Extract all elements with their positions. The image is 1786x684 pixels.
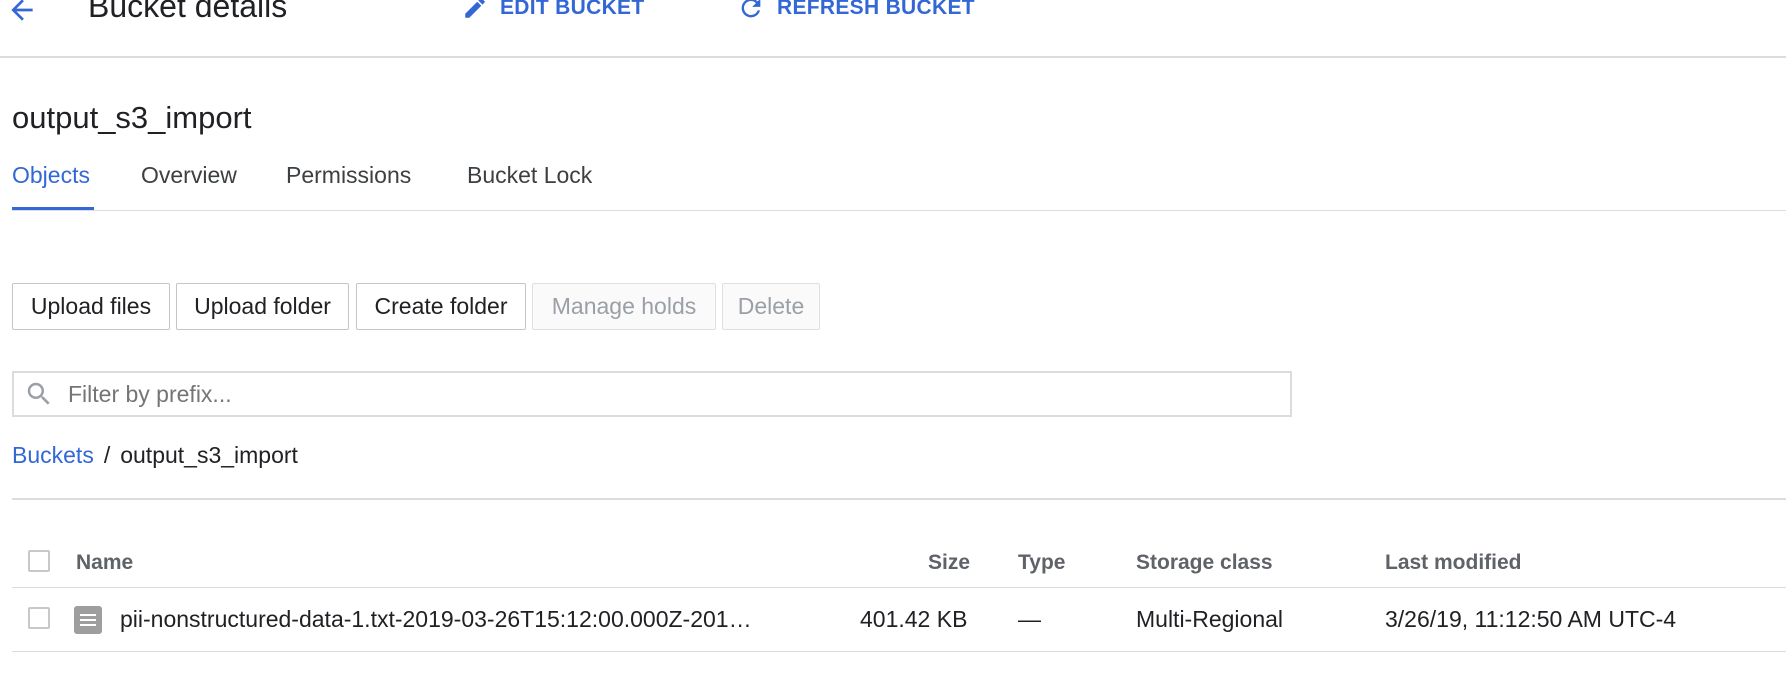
manage-holds-button[interactable]: Manage holds (532, 283, 716, 330)
tab-bar: Objects Overview Permissions Bucket Lock (12, 150, 1786, 211)
upload-folder-button[interactable]: Upload folder (176, 283, 349, 330)
object-name-link[interactable]: pii-nonstructured-data-1.txt-2019-03-26T… (120, 606, 780, 633)
tab-bucket-lock[interactable]: Bucket Lock (467, 162, 592, 210)
column-type-header[interactable]: Type (1018, 551, 1065, 575)
filter-box (12, 371, 1292, 417)
filter-by-prefix-input[interactable] (56, 373, 1290, 415)
select-all-checkbox[interactable] (28, 550, 50, 572)
delete-button[interactable]: Delete (722, 283, 820, 330)
bucket-name-heading: output_s3_import (12, 100, 252, 135)
create-folder-button[interactable]: Create folder (356, 283, 526, 330)
search-icon (22, 377, 56, 411)
object-type: — (1018, 606, 1041, 632)
edit-bucket-button[interactable]: EDIT BUCKET (462, 0, 644, 22)
refresh-icon (741, 0, 761, 18)
refresh-bucket-button[interactable]: REFRESH BUCKET (737, 0, 975, 22)
breadcrumb: Buckets / output_s3_import (12, 442, 1786, 500)
tab-objects[interactable]: Objects (12, 162, 94, 210)
object-last-modified: 3/26/19, 11:12:50 AM UTC-4 (1385, 606, 1677, 632)
table-header: Name Size Type Storage class Last modifi… (12, 540, 1786, 588)
bucket-details-page: Bucket details EDIT BUCKET REFRESH BUCKE… (0, 0, 1786, 684)
breadcrumb-buckets-link[interactable]: Buckets (12, 442, 94, 468)
row-checkbox[interactable] (28, 607, 50, 629)
object-storage-class: Multi-Regional (1136, 606, 1284, 632)
top-header: Bucket details EDIT BUCKET REFRESH BUCKE… (0, 0, 1786, 58)
column-name-header[interactable]: Name (76, 551, 133, 575)
page-title: Bucket details (88, 0, 288, 24)
column-last-modified-header[interactable]: Last modified (1385, 551, 1522, 575)
upload-files-button[interactable]: Upload files (12, 283, 170, 330)
file-icon (74, 606, 102, 634)
back-button[interactable] (0, 0, 44, 30)
refresh-bucket-label: REFRESH BUCKET (777, 0, 975, 19)
table-row[interactable]: pii-nonstructured-data-1.txt-2019-03-26T… (12, 588, 1786, 652)
column-size-header[interactable]: Size (928, 551, 970, 575)
tab-permissions[interactable]: Permissions (286, 162, 411, 210)
breadcrumb-separator: / (103, 442, 111, 468)
arrow-back-icon (11, 0, 33, 21)
tab-overview[interactable]: Overview (141, 162, 237, 210)
pencil-icon (465, 0, 485, 18)
object-size: 401.42 KB (860, 606, 968, 632)
breadcrumb-current: output_s3_import (120, 442, 298, 468)
edit-bucket-label: EDIT BUCKET (500, 0, 645, 19)
column-storage-class-header[interactable]: Storage class (1136, 551, 1273, 575)
